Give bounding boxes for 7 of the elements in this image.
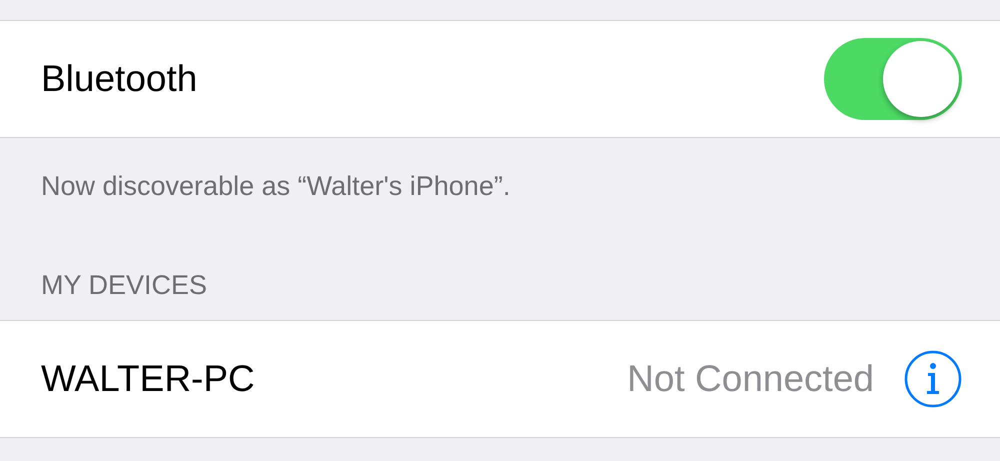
setting-label: Bluetooth [41,57,198,102]
section-header: MY DEVICES [41,270,208,300]
device-row[interactable]: WALTER-PC Not Connected [0,320,1000,438]
footer-note: Now discoverable as “Walter's iPhone”. [41,171,510,201]
connection-status: Not Connected [627,357,874,402]
info-icon[interactable] [904,350,962,408]
device-name: WALTER-PC [41,357,255,402]
